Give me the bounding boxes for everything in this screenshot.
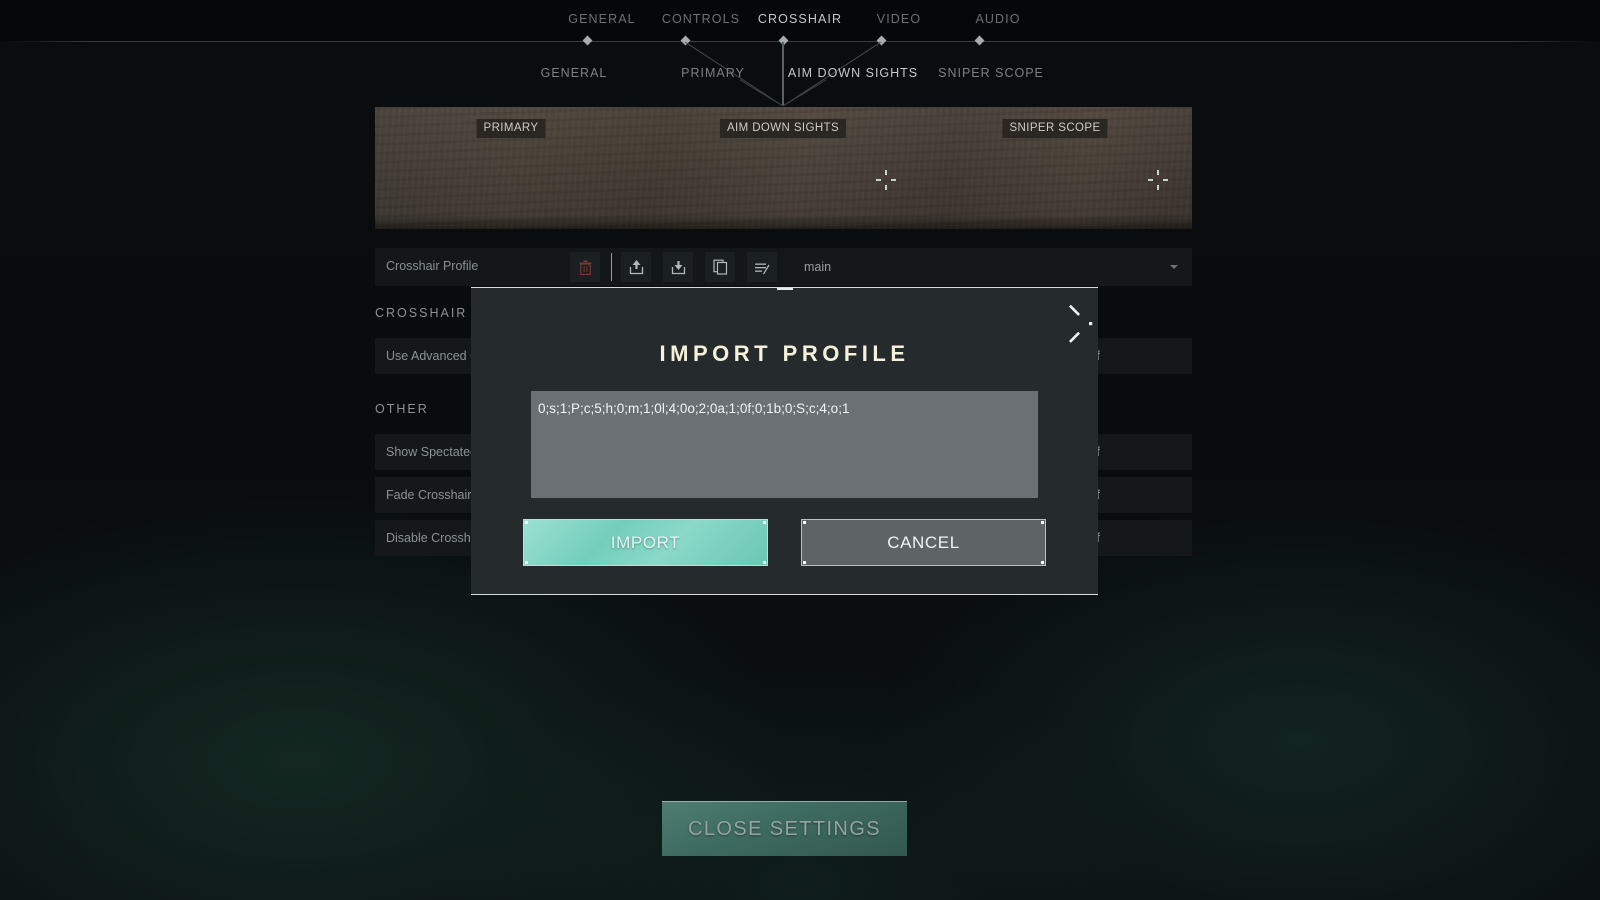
settings-screen: GENERAL CONTROLS CROSSHAIR VIDEO AUDIO GENER… [0,0,1600,900]
cancel-button-label: CANCEL [887,532,960,552]
button-corner-mark [803,521,806,524]
import-profile-dialog: IMPORT PROFILE 0;s;1;P;c;5;h;0;m;1;0l;4;… [471,287,1098,595]
import-button[interactable]: IMPORT [523,519,768,566]
cancel-button[interactable]: CANCEL [801,519,1046,566]
button-corner-mark [763,521,766,524]
button-corner-mark [803,561,806,564]
button-corner-mark [525,561,528,564]
profile-code-value: 0;s;1;P;c;5;h;0;m;1;0l;4;0o;2;0a;1;0f;0;… [538,401,850,416]
button-corner-mark [1041,521,1044,524]
button-corner-mark [763,561,766,564]
dialog-top-nub [776,288,793,290]
button-corner-mark [1041,561,1044,564]
profile-code-input[interactable]: 0;s;1;P;c;5;h;0;m;1;0l;4;0o;2;0a;1;0f;0;… [531,391,1038,498]
import-button-label: IMPORT [610,532,681,552]
button-corner-mark [525,521,528,524]
close-settings-label: CLOSE SETTINGS [688,817,881,840]
dialog-title: IMPORT PROFILE [659,341,910,366]
close-settings-button[interactable]: CLOSE SETTINGS [662,801,907,856]
